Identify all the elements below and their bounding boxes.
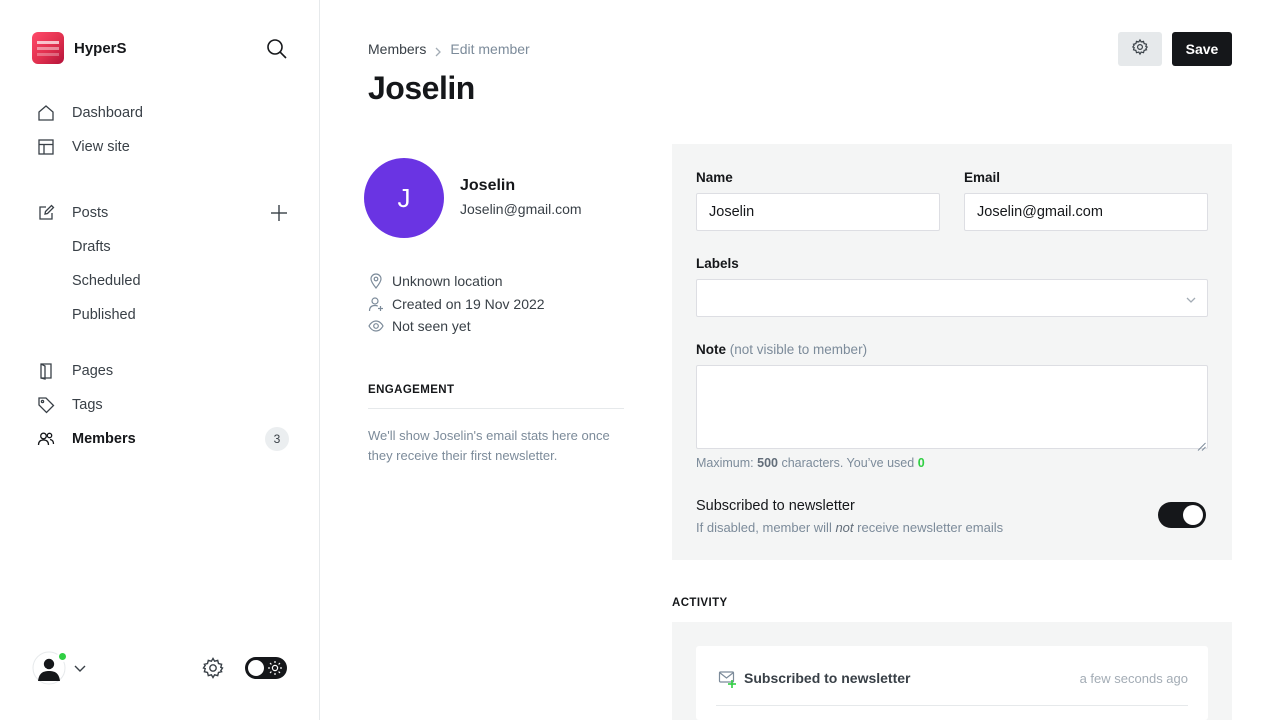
nav-view-site[interactable]: View site: [36, 130, 290, 164]
nav-drafts-label: Drafts: [72, 239, 111, 255]
chevron-down-icon: [1185, 293, 1197, 305]
breadcrumb: Members Edit member: [368, 41, 530, 57]
members-count-badge: 3: [265, 427, 289, 451]
note-hint: (not visible to member): [729, 342, 868, 357]
char-count-prefix: Maximum:: [696, 456, 754, 470]
nav-tags-label: Tags: [72, 397, 103, 413]
search-icon[interactable]: [265, 37, 289, 61]
edit-icon: [36, 203, 56, 223]
note-textarea[interactable]: [696, 365, 1208, 449]
gear-icon[interactable]: [201, 656, 225, 680]
nav-scheduled[interactable]: Scheduled: [72, 264, 290, 298]
new-post-plus-icon[interactable]: [268, 202, 290, 224]
newsletter-title: Subscribed to newsletter: [696, 498, 855, 514]
brand[interactable]: HyperS: [32, 32, 127, 64]
brand-name: HyperS: [74, 39, 127, 57]
labels-select[interactable]: [696, 279, 1208, 317]
member-location: Unknown location: [368, 273, 503, 289]
newsletter-desc-em: not: [835, 520, 854, 535]
chevron-down-icon[interactable]: [73, 661, 87, 675]
labels-label: Labels: [696, 256, 739, 271]
engagement-text: We'll show Joselin's email stats here on…: [368, 428, 610, 463]
members-icon: [36, 429, 56, 449]
email-input[interactable]: [964, 193, 1208, 231]
activity-item-label: Subscribed to newsletter: [744, 670, 911, 686]
char-count-used: 0: [917, 456, 925, 470]
member-email: Joselin@gmail.com: [460, 201, 582, 217]
chevron-right-icon: [433, 44, 443, 57]
nav-published[interactable]: Published: [72, 298, 290, 332]
nav-view-site-label: View site: [72, 139, 130, 155]
member-seen-text: Not seen yet: [392, 318, 471, 334]
resize-handle-icon[interactable]: [1197, 438, 1206, 451]
sidebar: HyperS Dashboard View site Posts Drafts …: [0, 0, 320, 720]
sun-icon: [267, 660, 283, 676]
note-label: Note (not visible to member): [696, 342, 867, 357]
breadcrumb-members-link[interactable]: Members: [368, 41, 426, 57]
email-label: Email: [964, 170, 1001, 185]
layout-icon: [36, 137, 56, 157]
nav-drafts[interactable]: Drafts: [72, 230, 290, 264]
home-icon: [36, 103, 56, 123]
nav-pages-label: Pages: [72, 363, 114, 379]
theme-toggle-knob: [248, 660, 264, 676]
activity-title: ACTIVITY: [672, 597, 728, 609]
newsletter-toggle[interactable]: [1158, 502, 1206, 528]
nav-posts-label: Posts: [72, 205, 109, 221]
online-status-dot: [57, 651, 68, 662]
breadcrumb-current: Edit member: [450, 41, 530, 57]
note-char-count: Maximum: 500 characters. You’ve used 0: [696, 456, 925, 470]
newsletter-description: If disabled, member will not receive new…: [696, 520, 1003, 535]
newsletter-desc-post: receive newsletter emails: [857, 520, 1004, 535]
newsletter-desc-pre: If disabled, member will: [696, 520, 832, 535]
activity-divider: [716, 705, 1188, 706]
name-input[interactable]: [696, 193, 940, 231]
member-name: Joselin: [460, 177, 516, 194]
brand-logo: [32, 32, 64, 64]
save-button[interactable]: Save: [1172, 32, 1232, 66]
nav-published-label: Published: [72, 307, 136, 323]
page-icon: [36, 361, 56, 381]
char-count-mid: characters. You’ve used: [781, 456, 915, 470]
user-add-icon: [368, 296, 384, 312]
name-label: Name: [696, 170, 733, 185]
nav-members[interactable]: Members: [36, 422, 290, 456]
engagement-title: ENGAGEMENT: [368, 384, 455, 396]
engagement-divider: [368, 408, 624, 409]
member-seen: Not seen yet: [368, 318, 471, 334]
activity-item-time: a few seconds ago: [1079, 671, 1188, 686]
member-settings-button[interactable]: [1118, 32, 1162, 66]
nav-posts[interactable]: Posts: [36, 196, 290, 230]
nav-members-label: Members: [72, 431, 136, 447]
page-title: Joselin: [368, 70, 475, 106]
char-count-max: 500: [757, 456, 778, 470]
location-pin-icon: [368, 273, 384, 289]
member-created: Created on 19 Nov 2022: [368, 296, 545, 312]
nav-pages[interactable]: Pages: [36, 354, 290, 388]
newsletter-toggle-knob: [1183, 505, 1203, 525]
member-avatar: J: [364, 158, 444, 238]
mail-subscribe-icon: [718, 669, 738, 689]
theme-toggle[interactable]: [245, 657, 287, 679]
eye-icon: [368, 318, 384, 334]
nav-tags[interactable]: Tags: [36, 388, 290, 422]
member-created-text: Created on 19 Nov 2022: [392, 296, 545, 312]
note-label-text: Note: [696, 342, 726, 357]
gear-icon: [1131, 38, 1149, 61]
member-location-text: Unknown location: [392, 273, 503, 289]
tag-icon: [36, 395, 56, 415]
nav-dashboard-label: Dashboard: [72, 105, 143, 121]
nav-dashboard[interactable]: Dashboard: [36, 96, 290, 130]
nav-scheduled-label: Scheduled: [72, 273, 141, 289]
